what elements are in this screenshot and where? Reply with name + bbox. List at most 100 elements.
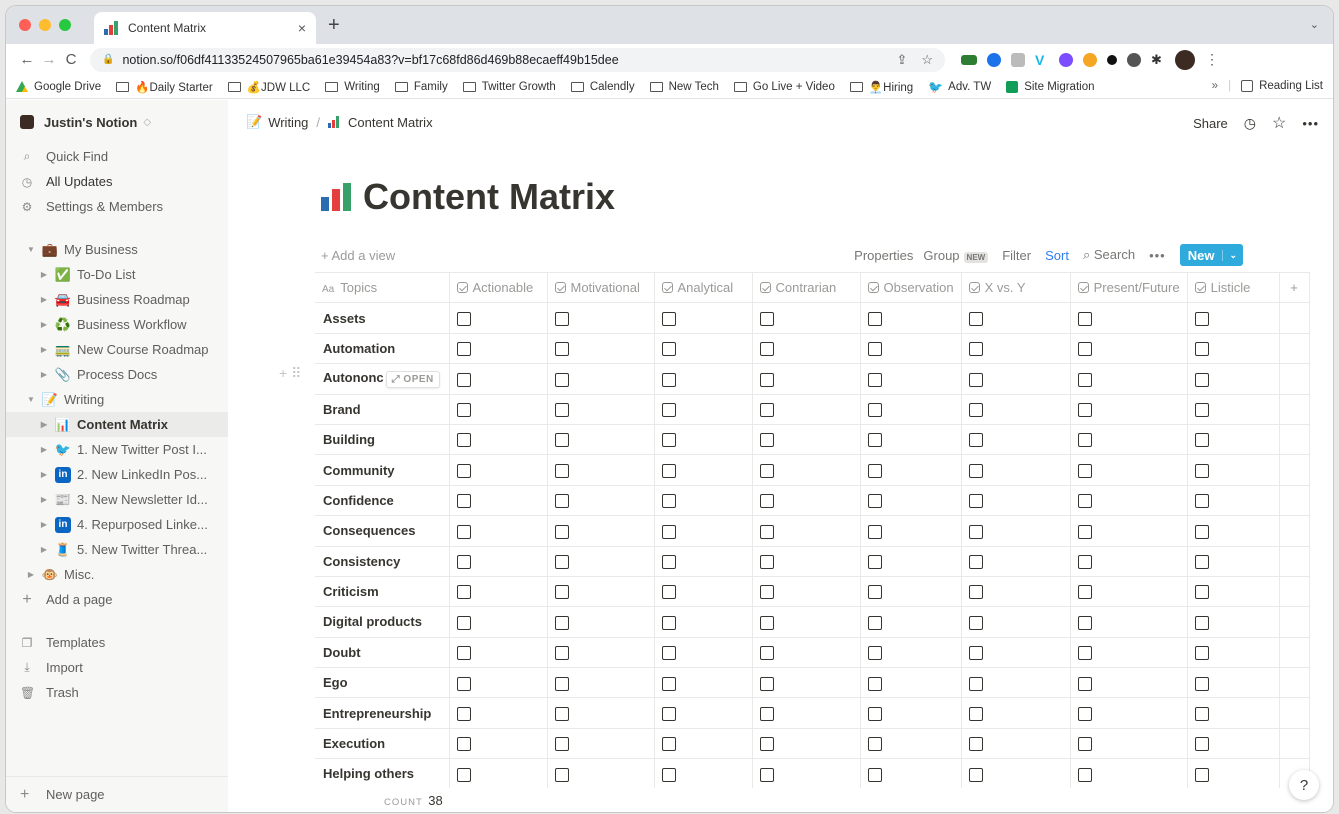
bookmark-star-icon[interactable]: ☆ <box>921 52 933 68</box>
sidebar-item-all-updates[interactable]: ◷ All Updates <box>6 169 228 194</box>
checkbox[interactable] <box>759 646 774 661</box>
row-topic-cell[interactable]: Doubt <box>315 636 450 669</box>
checkbox[interactable] <box>456 342 471 357</box>
checkbox[interactable] <box>554 767 569 782</box>
checkbox[interactable] <box>759 676 774 691</box>
checkbox[interactable] <box>759 342 774 357</box>
address-bar[interactable]: 🔒 notion.so/f06df41133524507965ba61e3945… <box>90 47 945 72</box>
sidebar-page-11[interactable]: ▶ in 4. Repurposed Linke... <box>6 512 228 537</box>
checkbox[interactable] <box>867 585 882 600</box>
checkbox[interactable] <box>867 494 882 509</box>
checkbox[interactable] <box>759 372 774 387</box>
checkbox[interactable] <box>968 615 983 630</box>
checkbox[interactable] <box>554 342 569 357</box>
checkbox[interactable] <box>554 585 569 600</box>
row-topic-cell[interactable]: Confidence <box>315 484 450 517</box>
checkbox[interactable] <box>968 737 983 752</box>
checkbox[interactable] <box>456 433 471 448</box>
checkbox[interactable] <box>456 554 471 569</box>
checkbox[interactable] <box>968 311 983 326</box>
row-topic-cell[interactable]: Consequences <box>315 515 450 547</box>
checkbox[interactable] <box>968 676 983 691</box>
checkbox[interactable] <box>968 585 983 600</box>
checkbox[interactable] <box>1194 706 1209 721</box>
forward-button[interactable]: → <box>38 51 60 68</box>
checkbox[interactable] <box>759 524 774 539</box>
bookmark-9[interactable]: 👨‍💼Hiring <box>849 80 913 94</box>
checkbox[interactable] <box>456 767 471 782</box>
clock-icon[interactable]: ◷ <box>1244 115 1256 132</box>
breadcrumb-writing[interactable]: Writing <box>268 115 308 130</box>
triangle-right-icon[interactable]: ▶ <box>39 495 49 504</box>
checkbox[interactable] <box>456 646 471 661</box>
sidebar-page-9[interactable]: ▶ in 2. New LinkedIn Pos... <box>6 462 228 487</box>
extension-snowflake-icon[interactable] <box>1059 52 1073 67</box>
checkbox[interactable] <box>456 706 471 721</box>
triangle-right-icon[interactable]: ▶ <box>39 520 49 529</box>
more-options-icon[interactable]: ••• <box>1302 116 1319 131</box>
checkbox[interactable] <box>661 676 676 691</box>
triangle-right-icon[interactable]: ▶ <box>39 320 49 329</box>
column-header-contrarian[interactable]: Contrarian <box>751 272 861 304</box>
checkbox[interactable] <box>661 585 676 600</box>
bookmarks-overflow[interactable]: » <box>1212 80 1218 92</box>
triangle-down-icon[interactable]: ▼ <box>26 395 36 404</box>
checkbox[interactable] <box>968 706 983 721</box>
row-topic-cell[interactable]: Entrepreneurship <box>315 697 450 729</box>
bar-chart-icon[interactable] <box>321 183 351 211</box>
triangle-right-icon[interactable]: ▶ <box>39 295 49 304</box>
triangle-down-icon[interactable]: ▼ <box>26 245 36 254</box>
checkbox[interactable] <box>661 403 676 418</box>
row-topic-cell[interactable]: Criticism <box>315 575 450 608</box>
extension-feather-icon[interactable] <box>1127 52 1141 67</box>
row-topic-cell[interactable]: Consistency <box>315 545 450 577</box>
extension-circle-icon[interactable] <box>987 52 1001 67</box>
checkbox[interactable] <box>1077 494 1092 509</box>
checkbox[interactable] <box>759 585 774 600</box>
checkbox[interactable] <box>554 676 569 691</box>
sidebar-item-templates[interactable]: ❐ Templates <box>6 630 228 655</box>
add-view-button[interactable]: + Add a view <box>321 248 395 263</box>
checkbox[interactable] <box>661 433 676 448</box>
sidebar-page-1[interactable]: ▶ ✅ To-Do List <box>6 262 228 287</box>
checkbox[interactable] <box>968 494 983 509</box>
checkbox[interactable] <box>456 524 471 539</box>
checkbox[interactable] <box>867 615 882 630</box>
new-tab-button[interactable]: + <box>328 14 340 37</box>
close-window-button[interactable] <box>19 19 31 31</box>
workspace-switcher[interactable]: Justin's Notion ◇ <box>6 100 228 144</box>
extension-dot-icon[interactable] <box>1107 54 1117 65</box>
sidebar-page-4[interactable]: ▶ 🚃 New Course Roadmap <box>6 337 228 362</box>
checkbox[interactable] <box>867 524 882 539</box>
extensions-puzzle-icon[interactable]: ✱ <box>1151 52 1165 67</box>
row-topic-cell[interactable]: Autononc ⤢ OPEN <box>315 363 450 395</box>
column-header-analytical[interactable]: Analytical <box>653 272 753 304</box>
sidebar-page-6[interactable]: ▼ 📝 Writing <box>6 387 228 412</box>
checkbox[interactable] <box>1194 585 1209 600</box>
extension-bw-icon[interactable] <box>961 54 977 65</box>
bookmark-4[interactable]: Family <box>394 81 448 93</box>
extension-orange-icon[interactable] <box>1083 52 1097 67</box>
column-header-observation[interactable]: Observation <box>859 272 962 304</box>
checkbox[interactable] <box>554 646 569 661</box>
checkbox[interactable] <box>1194 463 1209 478</box>
bookmark-11[interactable]: Site Migration <box>1006 80 1095 93</box>
checkbox[interactable] <box>1194 676 1209 691</box>
checkbox[interactable] <box>1077 706 1092 721</box>
checkbox[interactable] <box>1194 646 1209 661</box>
checkbox[interactable] <box>456 585 471 600</box>
checkbox[interactable] <box>1077 676 1092 691</box>
sort-button[interactable]: Sort <box>1045 248 1069 263</box>
row-drag-handle[interactable]: + ⠿ <box>279 365 301 382</box>
vimeo-extension-icon[interactable]: V <box>1035 53 1049 67</box>
checkbox[interactable] <box>456 494 471 509</box>
checkbox[interactable] <box>1077 737 1092 752</box>
checkbox[interactable] <box>759 706 774 721</box>
triangle-right-icon[interactable]: ▶ <box>39 270 49 279</box>
reload-button[interactable]: C <box>60 51 82 68</box>
bookmark-6[interactable]: Calendly <box>570 81 635 93</box>
checkbox[interactable] <box>661 737 676 752</box>
checkbox[interactable] <box>867 403 882 418</box>
profile-avatar[interactable] <box>1175 49 1195 70</box>
checkbox[interactable] <box>968 372 983 387</box>
